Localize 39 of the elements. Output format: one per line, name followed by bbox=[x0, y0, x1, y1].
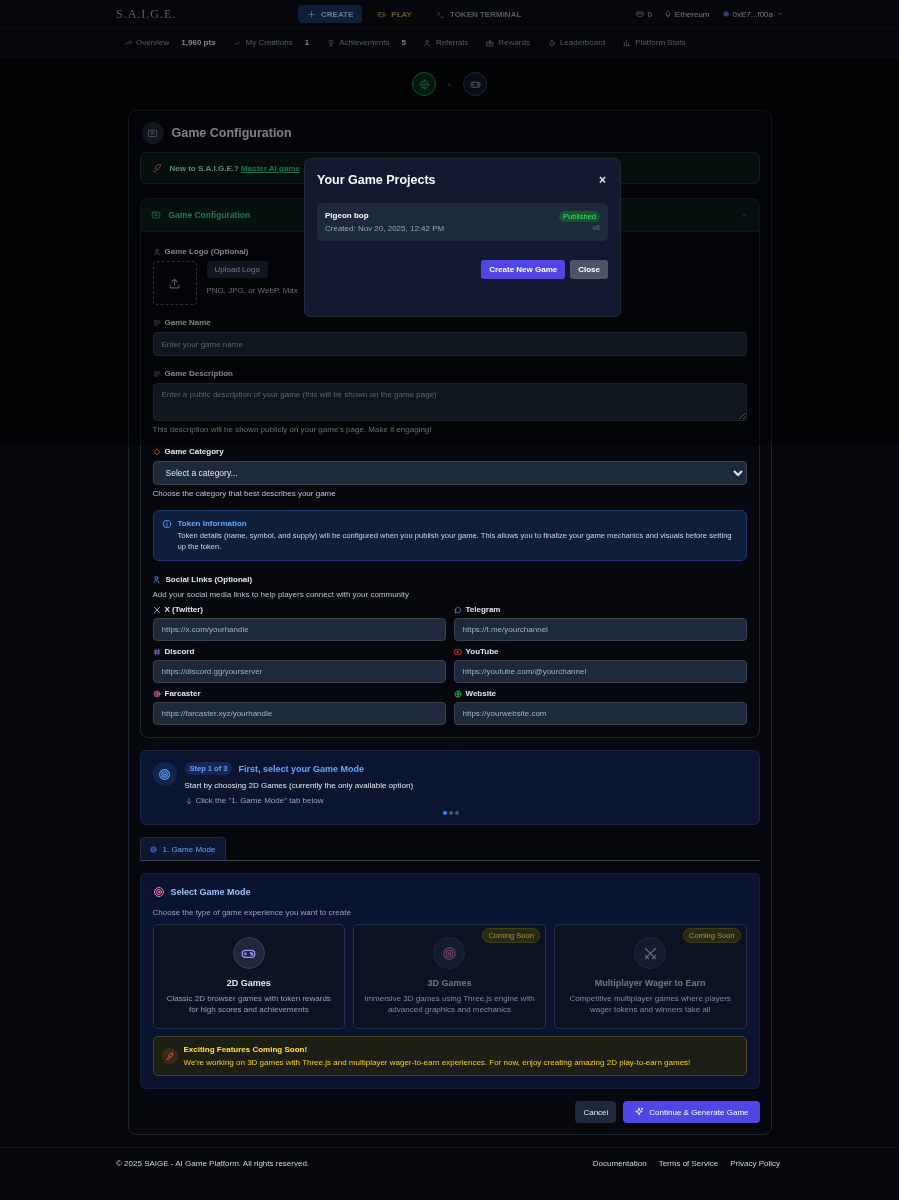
field-label: Telegram bbox=[465, 605, 501, 615]
guide-title: First, select your Game Mode bbox=[238, 763, 364, 774]
hint-text: Add your social media links to help players connect with your community bbox=[152, 590, 411, 600]
field-label: Farcaster bbox=[164, 689, 201, 699]
modal-title: Your Game Projects bbox=[317, 173, 436, 187]
info-title: Token Information bbox=[177, 519, 248, 528]
page-title: Game Configuration bbox=[171, 126, 292, 140]
hint-text: This description will be shown publicly on your game's page. Make it engaging! bbox=[152, 425, 433, 434]
field-label: YouTube bbox=[465, 647, 499, 657]
hint-text: PNG, JPG, or WebP. Max bbox=[206, 286, 298, 295]
field-label: Game Category bbox=[164, 447, 224, 456]
guide-hint: Click the "1. Game Mode" tab below bbox=[195, 796, 324, 806]
hint-text: Choose the category that best describes your game bbox=[152, 489, 337, 498]
notice-title: Exciting Features Coming Soon! bbox=[183, 1045, 309, 1055]
mode-description: Classic 2D browser games with token rewards for high scores and achievements bbox=[165, 994, 332, 1016]
mode-title: 2D Games bbox=[226, 978, 271, 989]
count: 1 bbox=[304, 38, 310, 47]
field-label: Game Name bbox=[164, 318, 211, 327]
field-label: Game Description bbox=[164, 369, 233, 378]
project-date: Created: Nov 20, 2025, 12:42 PM bbox=[325, 224, 445, 233]
count: 5 bbox=[401, 38, 406, 47]
project-name: Pigeon bop bbox=[325, 211, 370, 220]
banner-text: New to S.A.I.G.E.? Master AI game bbox=[169, 163, 300, 173]
mode-title: Multiplayer Wager to Earn bbox=[594, 978, 706, 989]
panel-subtitle: Choose the type of game experience you want to create bbox=[152, 908, 352, 918]
notice-text: We're working on 3D games with Three.js and multiplayer wager-to-earn experiences. For now, enjoy creating amazing 2D play-to-earn games! bbox=[183, 1058, 691, 1068]
mode-description: Competitive multiplayer games where players wager tokens and winners take all bbox=[568, 994, 732, 1016]
balance: 0 bbox=[647, 9, 652, 19]
guide-text: Start by choosing 2D Games (currently the only available option) bbox=[184, 781, 415, 791]
field-label: Website bbox=[465, 689, 497, 699]
field-label: Game Logo (Optional) bbox=[164, 247, 249, 256]
mode-title: 3D Games bbox=[427, 978, 472, 989]
field-label: Discord bbox=[164, 647, 195, 657]
copyright-text: © 2025 SAIGE - AI Game Platform. All rights reserved. bbox=[116, 1158, 310, 1168]
count: 1,960 pts bbox=[181, 38, 216, 47]
field-label: X (Twitter) bbox=[164, 605, 203, 615]
mode-description: Immersive 3D games using Three.js engine with advanced graphics and mechanics bbox=[363, 994, 536, 1016]
panel-title: Select Game Mode bbox=[170, 887, 251, 898]
section-label: Social Links (Optional) bbox=[165, 575, 253, 585]
